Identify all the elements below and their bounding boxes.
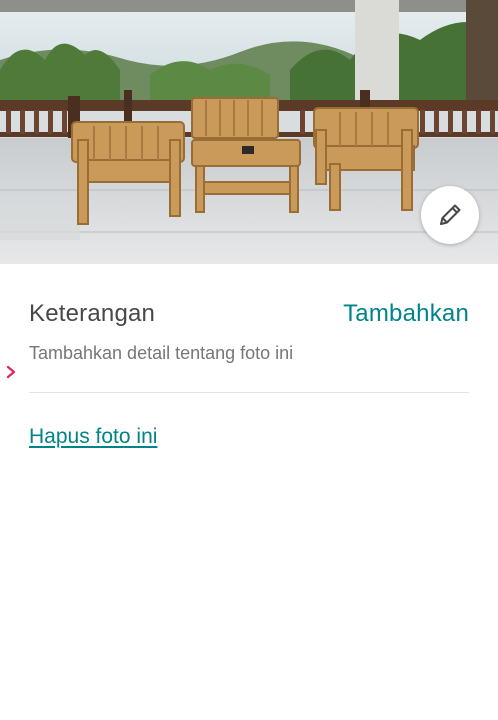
listing-photo [0, 0, 498, 264]
edit-photo-button[interactable] [421, 186, 479, 244]
caption-header: Keterangan Tambahkan [29, 298, 469, 332]
caption-label: Keterangan [29, 300, 156, 327]
add-caption-button[interactable]: Tambahkan [343, 300, 469, 328]
delete-photo-link[interactable]: Hapus foto ini [29, 425, 157, 449]
divider [29, 392, 469, 393]
pencil-icon [440, 204, 461, 225]
photo-details-panel: Keterangan Tambahkan Tambahkan detail te… [0, 264, 498, 720]
chevron-right-icon [6, 365, 16, 379]
caption-hint: Tambahkan detail tentang foto ini [29, 343, 294, 363]
